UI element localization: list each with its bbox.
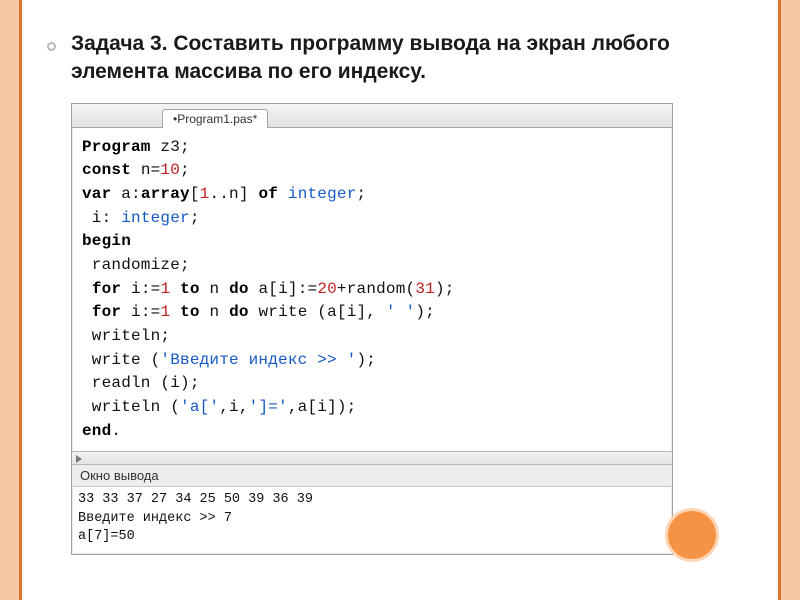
string-literal: 'Введите индекс >> ' [160, 351, 356, 369]
file-tab[interactable]: •Program1.pas* [162, 109, 268, 128]
ide-window: •Program1.pas* Program z3; const n=10; v… [71, 103, 673, 555]
code-text: writeln ( [82, 398, 180, 416]
code-editor: Program z3; const n=10; var a:array[1..n… [72, 128, 672, 452]
code-text: n [200, 280, 229, 298]
kw-begin: begin [82, 232, 131, 250]
code-text [82, 280, 92, 298]
code-text [278, 185, 288, 203]
code-text: write ( [82, 351, 160, 369]
kw-to: to [180, 303, 200, 321]
slide-accent-left [0, 0, 22, 600]
num-literal: 1 [160, 280, 170, 298]
num-literal: 31 [415, 280, 435, 298]
code-text: n [200, 303, 229, 321]
slide-accent-right [778, 0, 800, 600]
code-text: i:= [121, 303, 160, 321]
kw-of: of [258, 185, 278, 203]
output-line: 33 33 37 27 34 25 50 39 36 39 [78, 492, 313, 507]
output-panel: 33 33 37 27 34 25 50 39 36 39 Введите ин… [72, 487, 672, 554]
code-text: +random( [337, 280, 415, 298]
kw-array: array [141, 185, 190, 203]
code-text: ,a[i]); [288, 398, 357, 416]
type-integer: integer [121, 209, 190, 227]
tab-strip: •Program1.pas* [72, 104, 672, 128]
code-text: write (a[i], [249, 303, 386, 321]
task-heading: Задача 3. Составить программу вывода на … [71, 30, 747, 87]
code-text [170, 280, 180, 298]
kw-end: end [82, 422, 111, 440]
code-text: ,i, [219, 398, 248, 416]
num-literal: 10 [160, 161, 180, 179]
code-text: i:= [121, 280, 160, 298]
kw-to: to [180, 280, 200, 298]
kw-for: for [92, 303, 121, 321]
code-text: [ [190, 185, 200, 203]
code-text: a: [111, 185, 140, 203]
kw-var: var [82, 185, 111, 203]
code-text: ); [435, 280, 455, 298]
panel-splitter[interactable] [72, 451, 672, 465]
code-text: writeln; [82, 327, 170, 345]
string-literal: ']=' [249, 398, 288, 416]
num-literal: 1 [160, 303, 170, 321]
code-text: . [111, 422, 121, 440]
code-text: i: [82, 209, 121, 227]
kw-program: Program [82, 138, 151, 156]
code-text: ); [415, 303, 435, 321]
code-text: z3; [151, 138, 190, 156]
output-line: Введите индекс >> 7 [78, 511, 232, 526]
decorative-circle-icon [665, 508, 719, 562]
kw-do: do [229, 303, 249, 321]
output-line: a[7]=50 [78, 529, 135, 544]
code-text: n= [131, 161, 160, 179]
code-text: ; [190, 209, 200, 227]
code-text: ); [356, 351, 376, 369]
string-literal: 'a[' [180, 398, 219, 416]
kw-do: do [229, 280, 249, 298]
slide-content: Задача 3. Составить программу вывода на … [25, 0, 775, 600]
output-panel-title: Окно вывода [72, 465, 672, 487]
kw-for: for [92, 280, 121, 298]
bullet-icon [47, 42, 56, 51]
code-text: a[i]:= [249, 280, 318, 298]
num-literal: 20 [317, 280, 337, 298]
code-text: readln (i); [82, 374, 200, 392]
string-literal: ' ' [386, 303, 415, 321]
code-text: ..n] [209, 185, 258, 203]
code-text [82, 303, 92, 321]
code-text: ; [357, 185, 367, 203]
code-text: randomize; [82, 256, 190, 274]
kw-const: const [82, 161, 131, 179]
code-text [170, 303, 180, 321]
num-literal: 1 [200, 185, 210, 203]
type-integer: integer [288, 185, 357, 203]
code-text: ; [180, 161, 190, 179]
